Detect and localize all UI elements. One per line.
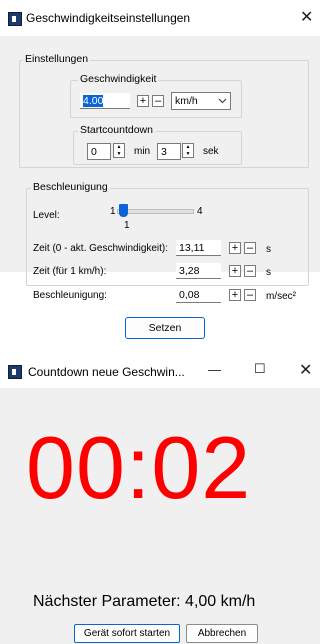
countdown-timer: 00:02 [26, 418, 252, 517]
zeit-gesamt-label: Zeit (0 - akt. Geschwindigkeit): [33, 243, 169, 254]
next-parameter-text: Nächster Parameter: 4,00 km/h [33, 593, 256, 610]
zeit-kmh-input[interactable]: 3,28 [176, 263, 221, 279]
countdown-sek-spinner[interactable]: ▲ ▼ [182, 143, 194, 158]
countdown-window-title: Countdown neue Geschwin... [28, 365, 185, 379]
countdown-min-spinner[interactable]: ▲ ▼ [113, 143, 125, 158]
geschwindigkeit-minus-button[interactable]: – [152, 95, 164, 107]
beschleunigung-minus-button[interactable]: – [244, 289, 256, 301]
level-label: Level: [33, 210, 60, 221]
beschleunigung-unit: m/sec² [266, 291, 296, 302]
zeit-gesamt-unit: s [266, 244, 271, 255]
spin-up-icon[interactable]: ▲ [183, 144, 193, 150]
setzen-button[interactable]: Setzen [125, 317, 205, 339]
cancel-button[interactable]: Abbrechen [186, 624, 258, 643]
level-slider-thumb[interactable] [119, 204, 128, 217]
slider-value-label: 1 [124, 220, 130, 231]
countdown-sek-input[interactable]: 3 [157, 143, 181, 160]
beschleunigung-plus-button[interactable]: + [229, 289, 241, 301]
zeit-gesamt-minus-button[interactable]: – [244, 242, 256, 254]
chevron-down-icon [218, 98, 227, 104]
zeit-kmh-unit: s [266, 267, 271, 278]
beschleunigung-input[interactable]: 0,08 [176, 287, 221, 303]
geschwindigkeit-input[interactable]: 4.00 [80, 93, 130, 109]
minimize-icon[interactable]: — [208, 362, 221, 377]
level-slider-track[interactable] [117, 209, 194, 214]
spin-down-icon[interactable]: ▼ [183, 151, 193, 157]
zeit-kmh-label: Zeit (für 1 km/h): [33, 266, 107, 277]
zeit-kmh-minus-button[interactable]: – [244, 265, 256, 277]
geschwindigkeit-label: Geschwindigkeit [78, 73, 159, 85]
zeit-kmh-plus-button[interactable]: + [229, 265, 241, 277]
slider-max-label: 4 [197, 206, 203, 217]
close-icon[interactable]: ✕ [299, 363, 312, 379]
countdown-sek-unit: sek [203, 146, 219, 157]
zeit-gesamt-plus-button[interactable]: + [229, 242, 241, 254]
app-icon [8, 12, 22, 26]
countdown-min-input[interactable]: 0 [87, 143, 111, 160]
zeit-gesamt-input[interactable]: 13,11 [176, 240, 221, 256]
app-icon [8, 365, 22, 379]
geschwindigkeit-plus-button[interactable]: + [137, 95, 149, 107]
beschleunigung-label: Beschleunigung: [33, 290, 107, 301]
einstellungen-group-label: Einstellungen [23, 53, 91, 65]
slider-min-label: 1 [110, 206, 116, 217]
countdown-min-unit: min [134, 146, 151, 157]
start-now-button[interactable]: Gerät sofort starten [74, 624, 180, 643]
geschwindigkeit-value: 4.00 [83, 95, 104, 107]
startcountdown-label: Startcountdown [78, 124, 155, 136]
unit-selected: km/h [175, 95, 198, 107]
spin-down-icon[interactable]: ▼ [114, 151, 124, 157]
maximize-icon[interactable]: ☐ [254, 361, 266, 377]
spin-up-icon[interactable]: ▲ [114, 144, 124, 150]
settings-window-title: Geschwindigkeitseinstellungen [26, 11, 191, 25]
unit-select[interactable]: km/h [171, 92, 231, 110]
close-icon[interactable]: ✕ [300, 10, 313, 26]
beschleunigung-group-label: Beschleunigung [31, 181, 110, 193]
